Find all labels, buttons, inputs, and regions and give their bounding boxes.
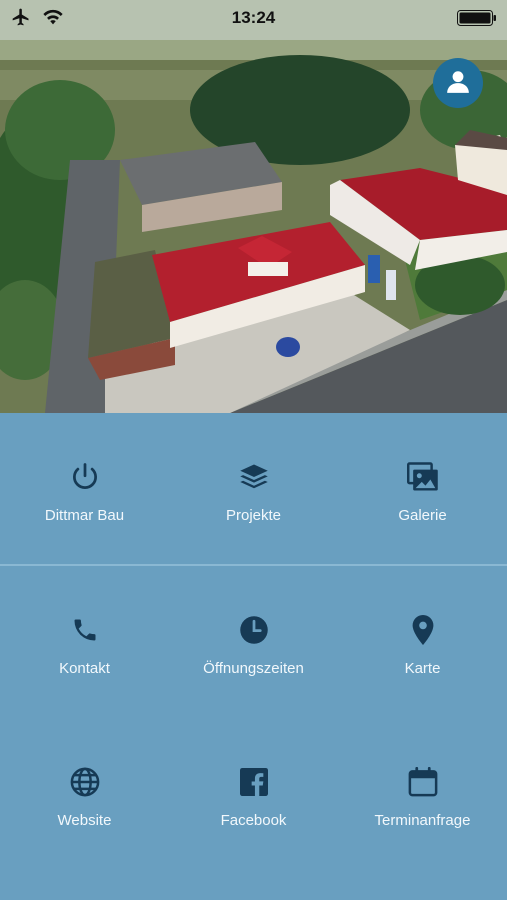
menu-item-label: Website [57,812,112,829]
globe-icon [70,766,100,798]
menu-grid: Dittmar Bau Projekte Galerie Kontakt Öff… [0,413,507,900]
menu-item-facebook[interactable]: Facebook [169,718,338,868]
menu-row: Dittmar Bau Projekte Galerie [0,413,507,564]
menu-item-label: Terminanfrage [374,812,471,829]
power-icon [70,461,100,493]
menu-item-label: Galerie [398,507,447,524]
menu-item-label: Dittmar Bau [44,507,125,524]
menu-item-label: Projekte [225,507,282,524]
facebook-icon [239,766,268,798]
menu-item-terminanfrage[interactable]: Terminanfrage [338,718,507,868]
menu-item-oeffnungszeiten[interactable]: Öffnungszeiten [169,566,338,716]
hero-image [0,0,507,413]
menu-item-label: Karte [404,660,441,677]
status-bar: 13:24 [0,0,507,36]
menu-item-dittmar-bau[interactable]: Dittmar Bau [0,413,169,563]
calendar-icon [408,766,438,798]
gallery-icon [406,461,439,493]
battery-icon [457,10,497,31]
map-pin-icon [411,614,435,646]
menu-item-projekte[interactable]: Projekte [169,413,338,563]
user-icon [445,68,471,99]
layers-icon [239,461,269,493]
menu-item-label: Facebook [220,812,287,829]
phone-icon [71,614,99,646]
menu-row: Website Facebook Terminanfrage [0,718,507,868]
menu-item-kontakt[interactable]: Kontakt [0,566,169,716]
menu-row: Kontakt Öffnungszeiten Karte [0,566,507,716]
menu-item-label: Öffnungszeiten [203,660,304,677]
menu-item-website[interactable]: Website [0,718,169,868]
status-time: 13:24 [231,8,276,27]
menu-item-karte[interactable]: Karte [338,566,507,716]
clock-icon [239,614,269,646]
menu-item-galerie[interactable]: Galerie [338,413,507,563]
menu-item-label: Kontakt [59,660,110,677]
profile-button[interactable] [433,58,483,108]
